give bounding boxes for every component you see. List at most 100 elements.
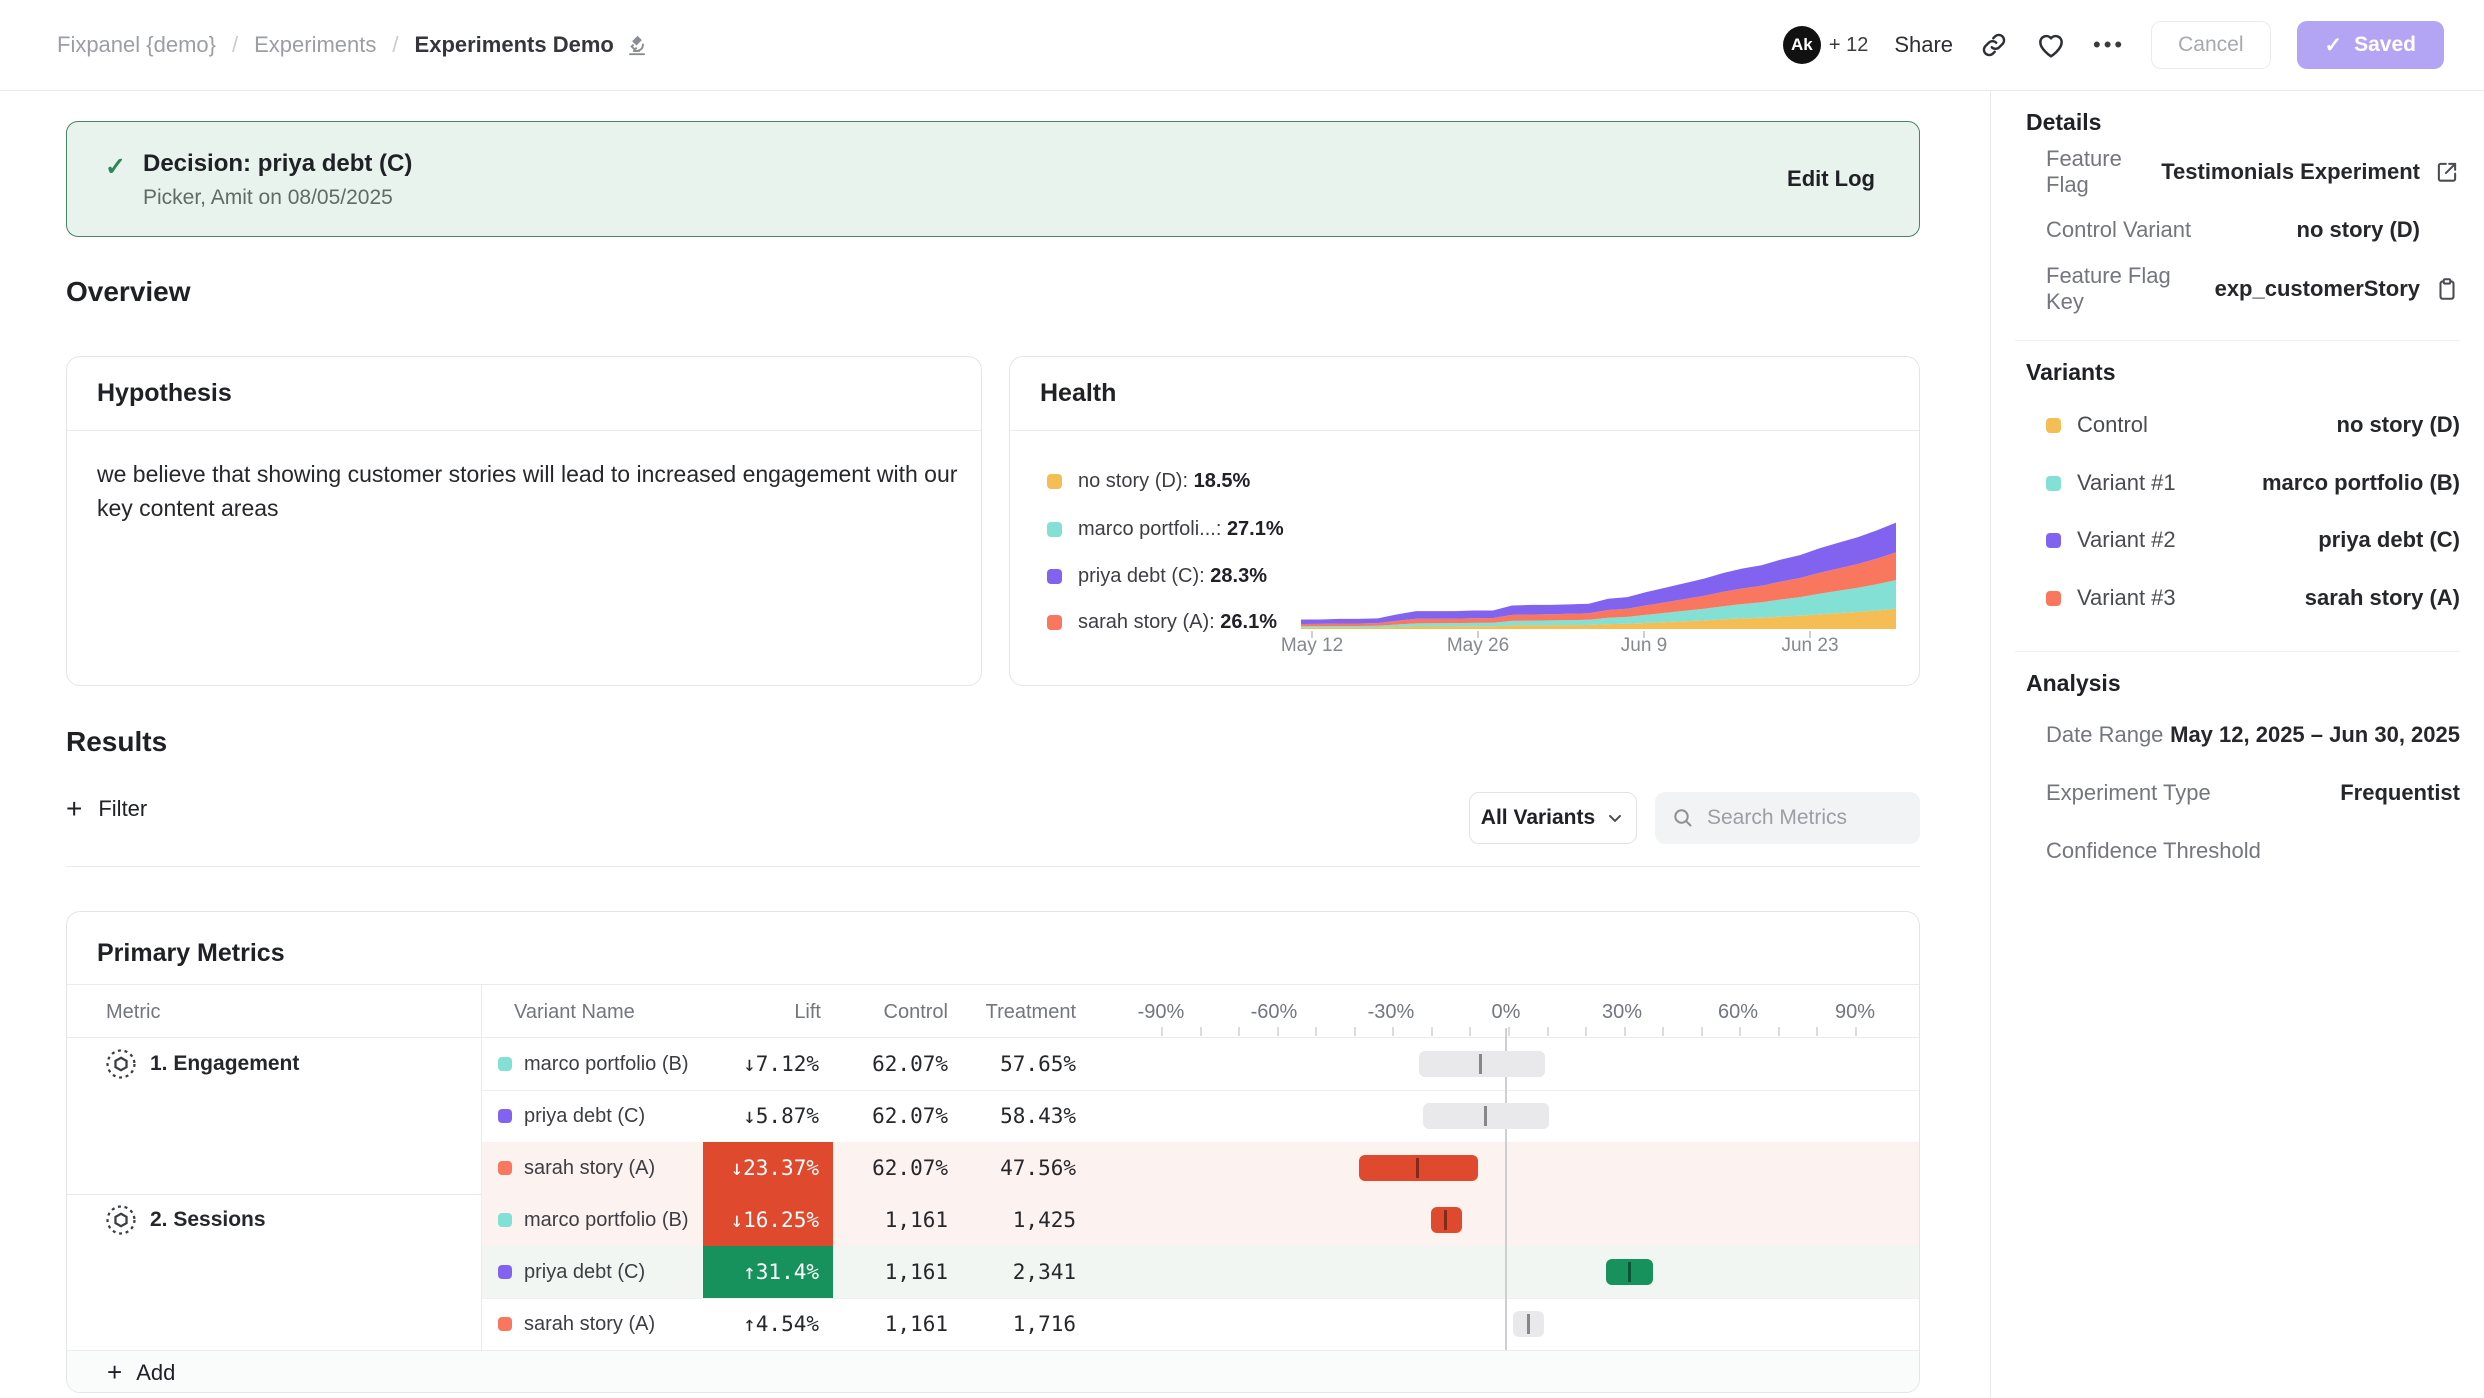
table-row[interactable]: 2. Sessions marco portfolio (B) ↓16.25% … bbox=[67, 1194, 1920, 1246]
health-card: Health no story (D): 18.5% marco portfol… bbox=[1009, 356, 1920, 686]
control-value: 1,161 bbox=[833, 1260, 948, 1284]
legend-dot-sarah bbox=[1047, 615, 1062, 630]
variant-dot bbox=[498, 1213, 512, 1227]
lift-value: ↓16.25% bbox=[703, 1194, 833, 1246]
health-stacked-area-chart bbox=[1301, 517, 1896, 639]
ci-marker bbox=[1484, 1106, 1487, 1126]
axis-label: 60% bbox=[1718, 1001, 1758, 1024]
table-row[interactable]: sarah story (A) ↑4.54% 1,161 1,716 bbox=[67, 1298, 1920, 1350]
axis-label: -90% bbox=[1138, 1001, 1185, 1024]
breadcrumb-experiments[interactable]: Experiments bbox=[254, 32, 376, 58]
variant-row-2: Variant #2 priya debt (C) bbox=[2046, 525, 2460, 555]
control-value: 62.07% bbox=[833, 1156, 948, 1180]
search-icon bbox=[1671, 806, 1695, 830]
table-row[interactable]: priya debt (C) ↑31.4% 1,161 2,341 bbox=[67, 1246, 1920, 1298]
microscope-icon bbox=[624, 32, 650, 58]
page-title: Experiments Demo bbox=[415, 32, 614, 58]
search-metrics-input[interactable] bbox=[1707, 806, 1897, 830]
lift-value: ↓7.12% bbox=[703, 1038, 833, 1090]
control-value: 1,161 bbox=[833, 1312, 948, 1336]
variants-title: Variants bbox=[2026, 359, 2116, 386]
treatment-value: 58.43% bbox=[948, 1104, 1076, 1128]
ci-marker bbox=[1444, 1210, 1447, 1230]
decision-banner: ✓ Decision: priya debt (C) Picker, Amit … bbox=[66, 121, 1920, 237]
variant-dot bbox=[498, 1317, 512, 1331]
breadcrumb-separator: / bbox=[392, 32, 398, 58]
saved-button[interactable]: ✓ Saved bbox=[2297, 21, 2444, 69]
divider bbox=[66, 866, 1920, 867]
divider bbox=[2015, 340, 2460, 341]
clipboard-icon[interactable] bbox=[2434, 276, 2460, 302]
legend-dot-no-story bbox=[1047, 474, 1062, 489]
details-title: Details bbox=[2026, 109, 2101, 136]
variant-row-1: Variant #1 marco portfolio (B) bbox=[2046, 468, 2460, 498]
control-value: 62.07% bbox=[833, 1052, 948, 1076]
copy-link-icon[interactable] bbox=[1979, 30, 2009, 60]
variant-row-3: Variant #3 sarah story (A) bbox=[2046, 583, 2460, 613]
search-metrics-box[interactable] bbox=[1655, 792, 1920, 844]
x-tick-label: Jun 23 bbox=[1781, 635, 1838, 657]
table-row[interactable]: sarah story (A) ↓23.37% 62.07% 47.56% bbox=[67, 1142, 1920, 1194]
edit-log-button[interactable]: Edit Log bbox=[1787, 166, 1875, 192]
experiment-type-row: Experiment Type Frequentist bbox=[2046, 778, 2460, 808]
ci-marker bbox=[1416, 1158, 1419, 1178]
add-metric-button[interactable]: + Add bbox=[67, 1350, 1920, 1393]
legend-dot-priya bbox=[1047, 569, 1062, 584]
hypothesis-title: Hypothesis bbox=[97, 379, 232, 408]
add-filter-button[interactable]: + Filter bbox=[66, 796, 147, 822]
metric-name: 1. Engagement bbox=[150, 1052, 299, 1076]
divider bbox=[2015, 651, 2460, 652]
axis-label: -30% bbox=[1368, 1001, 1415, 1024]
table-row[interactable]: priya debt (C) ↓5.87% 62.07% 58.43% bbox=[67, 1090, 1920, 1142]
variant-name: marco portfolio (B) bbox=[524, 1053, 689, 1076]
more-options-icon[interactable]: ••• bbox=[2093, 32, 2125, 58]
breadcrumb: Fixpanel {demo} / Experiments / Experime… bbox=[57, 32, 650, 58]
top-bar: Fixpanel {demo} / Experiments / Experime… bbox=[0, 0, 2484, 91]
metric-bullseye-icon bbox=[104, 1203, 138, 1237]
avatar[interactable]: Ak bbox=[1783, 26, 1821, 64]
variant-color-dot bbox=[2046, 533, 2061, 548]
feature-flag-key-row: Feature Flag Key exp_customerStory bbox=[2046, 274, 2460, 304]
axis-label: -60% bbox=[1251, 1001, 1298, 1024]
variant-color-dot bbox=[2046, 476, 2061, 491]
variant-name: priya debt (C) bbox=[524, 1105, 645, 1128]
details-sidebar: Details Feature Flag Testimonials Experi… bbox=[1990, 91, 2484, 1398]
ci-marker bbox=[1628, 1262, 1631, 1282]
collaborators[interactable]: Ak + 12 bbox=[1783, 26, 1868, 64]
feature-flag-row: Feature Flag Testimonials Experiment bbox=[2046, 157, 2460, 187]
external-link-icon[interactable] bbox=[2434, 159, 2460, 185]
all-variants-dropdown[interactable]: All Variants bbox=[1469, 792, 1637, 844]
variant-dot bbox=[498, 1161, 512, 1175]
plus-icon: + bbox=[66, 798, 82, 820]
favorite-heart-icon[interactable] bbox=[2035, 29, 2067, 61]
cancel-button[interactable]: Cancel bbox=[2151, 21, 2270, 69]
decision-subtitle: Picker, Amit on 08/05/2025 bbox=[143, 186, 393, 210]
variant-name: sarah story (A) bbox=[524, 1157, 655, 1180]
variant-dot bbox=[498, 1265, 512, 1279]
collaborators-count[interactable]: + 12 bbox=[1829, 34, 1868, 57]
variant-dot bbox=[498, 1057, 512, 1071]
axis-label: 0% bbox=[1492, 1001, 1521, 1024]
plus-icon: + bbox=[107, 1357, 122, 1388]
breadcrumb-project[interactable]: Fixpanel {demo} bbox=[57, 32, 216, 58]
x-tick-label: May 26 bbox=[1447, 635, 1509, 657]
axis-label: 90% bbox=[1835, 1001, 1875, 1024]
check-icon: ✓ bbox=[2325, 33, 2343, 58]
x-tick-label: Jun 9 bbox=[1621, 635, 1667, 657]
legend-item: priya debt (C): 28.3% bbox=[1047, 565, 1267, 588]
variant-name: sarah story (A) bbox=[524, 1313, 655, 1336]
share-button[interactable]: Share bbox=[1894, 32, 1953, 58]
treatment-value: 57.65% bbox=[948, 1052, 1076, 1076]
legend-dot-marco bbox=[1047, 522, 1062, 537]
top-actions: Ak + 12 Share ••• Cancel ✓ Saved bbox=[1783, 21, 2444, 69]
hypothesis-text: we believe that showing customer stories… bbox=[97, 457, 977, 525]
variant-row-control: Control no story (D) bbox=[2046, 410, 2460, 440]
col-metric: Metric bbox=[106, 1001, 160, 1024]
breadcrumb-current: Experiments Demo bbox=[415, 32, 650, 58]
confidence-threshold-row: Confidence Threshold bbox=[2046, 836, 2460, 866]
lift-value: ↓23.37% bbox=[703, 1142, 833, 1194]
legend-item: sarah story (A): 26.1% bbox=[1047, 611, 1277, 634]
table-row[interactable]: 1. Engagement marco portfolio (B) ↓7.12%… bbox=[67, 1038, 1920, 1090]
col-variant: Variant Name bbox=[514, 1001, 635, 1024]
experiments-page: Fixpanel {demo} / Experiments / Experime… bbox=[0, 0, 2484, 1398]
